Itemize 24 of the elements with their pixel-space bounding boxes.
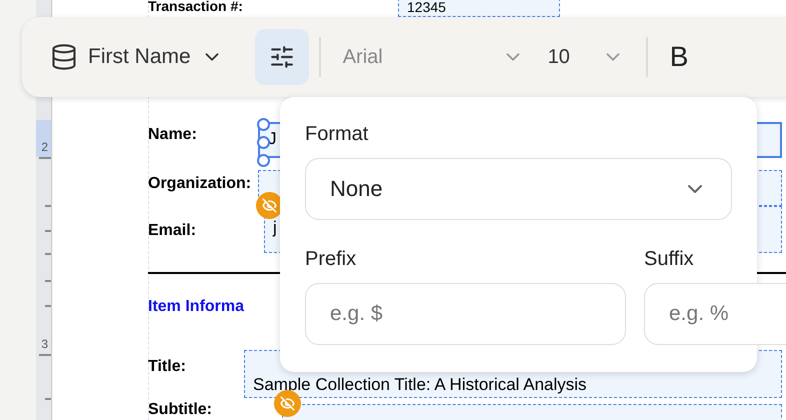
field-label: Email:	[148, 222, 196, 240]
bold-button[interactable]: B	[658, 41, 700, 73]
prefix-field[interactable]: e.g. $	[305, 283, 626, 345]
field-label: Subtitle:	[148, 401, 212, 419]
field-picker[interactable]: First Name	[50, 43, 223, 71]
resize-handle[interactable]	[257, 118, 270, 131]
suffix-label: Suffix	[644, 248, 695, 271]
ruler-number: 2	[36, 120, 51, 157]
field-label: Name:	[148, 126, 197, 144]
field-label: Organization:	[148, 175, 252, 193]
size-dropdown[interactable]: 10	[536, 46, 636, 68]
section-heading: Item Informa	[148, 298, 244, 316]
form-field[interactable]: 12345	[398, 0, 560, 17]
field-label: Title:	[148, 358, 186, 376]
ruler-number: 3	[40, 336, 49, 353]
resize-handle[interactable]	[257, 154, 270, 167]
sliders-icon	[268, 44, 295, 70]
format-label: Format	[305, 123, 370, 146]
format-select[interactable]: None	[305, 158, 732, 220]
suffix-field[interactable]: e.g. %	[644, 283, 786, 345]
prefix-label: Prefix	[305, 248, 358, 271]
database-icon	[50, 43, 78, 71]
field-label: Transaction #:	[148, 0, 243, 14]
settings-button[interactable]	[254, 29, 309, 85]
